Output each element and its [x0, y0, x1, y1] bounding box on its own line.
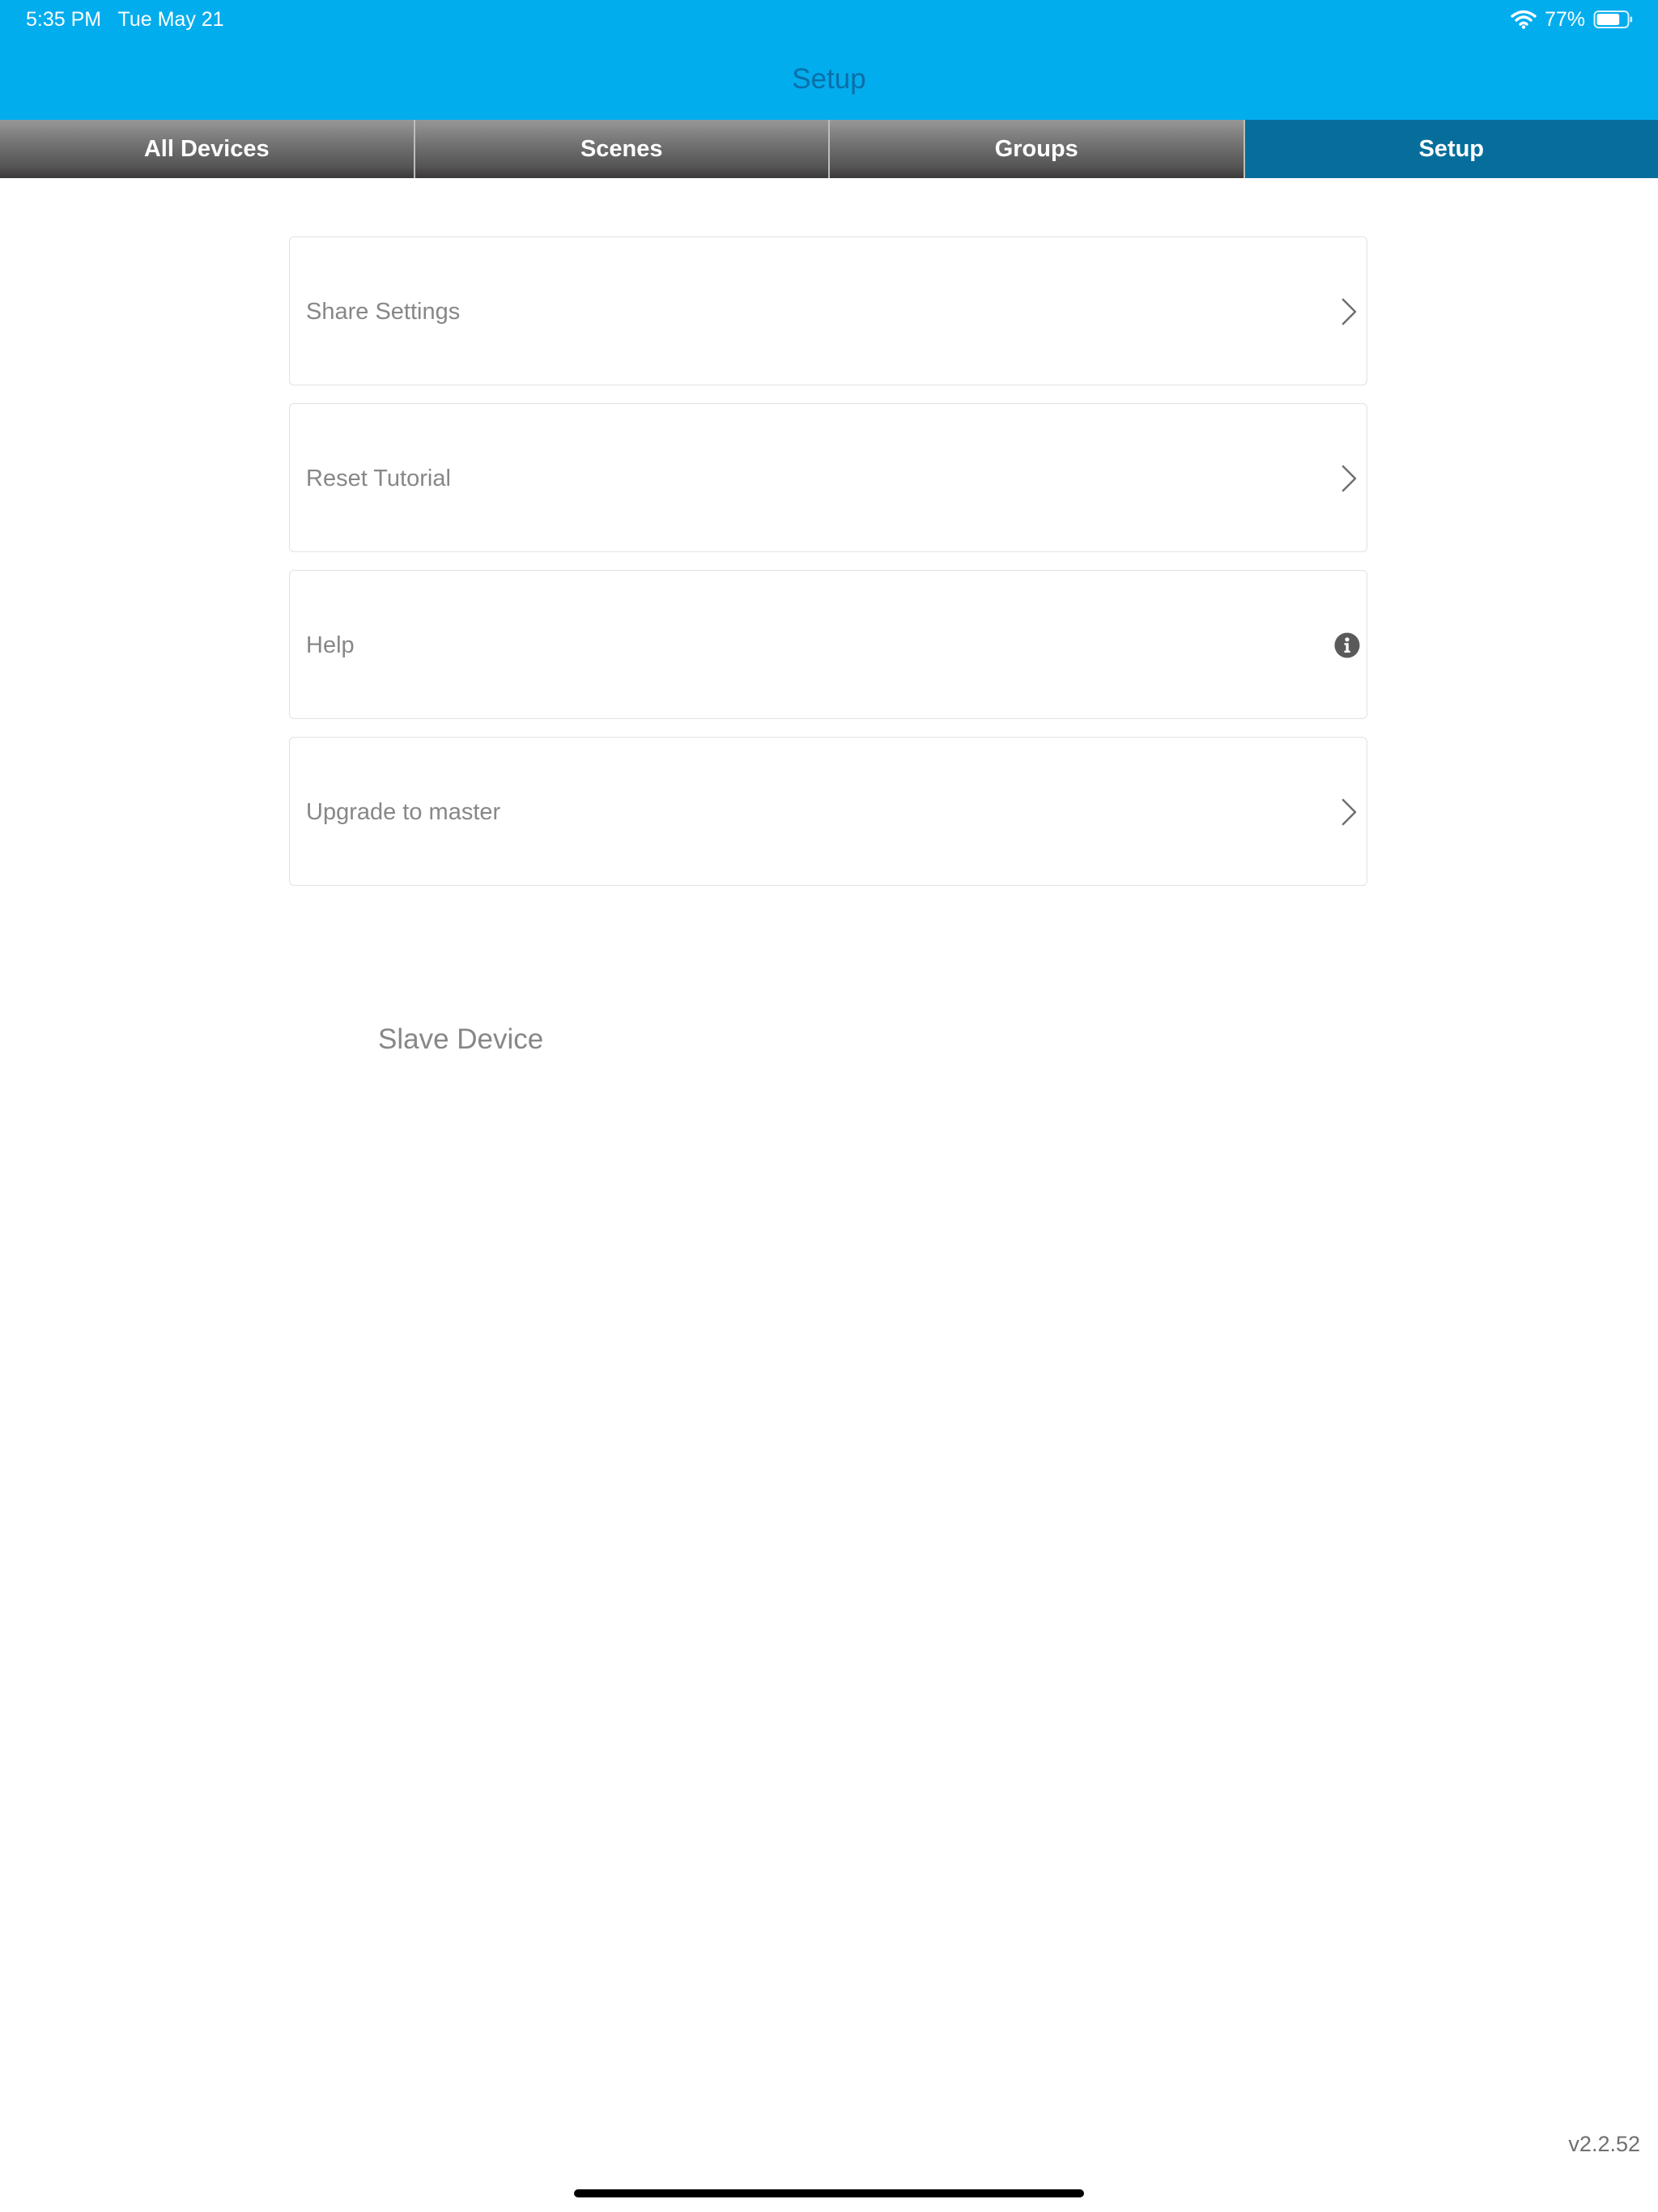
settings-list: Share Settings Reset Tutorial Help Upgra…	[289, 236, 1367, 904]
tab-groups[interactable]: Groups	[830, 120, 1245, 178]
share-settings-row[interactable]: Share Settings	[289, 236, 1367, 385]
battery-percent: 77%	[1544, 7, 1585, 31]
share-settings-label: Share Settings	[306, 299, 461, 325]
tab-scenes[interactable]: Scenes	[414, 120, 830, 178]
battery-icon	[1593, 11, 1633, 28]
tab-bar: All Devices Scenes Groups Setup	[0, 120, 1658, 178]
help-row[interactable]: Help	[289, 570, 1367, 719]
info-icon	[1334, 632, 1360, 658]
tab-setup[interactable]: Setup	[1244, 120, 1658, 178]
app-header: 5:35 PM Tue May 21 77% Setup	[0, 0, 1658, 120]
reset-tutorial-label: Reset Tutorial	[306, 466, 451, 491]
device-role-label: Slave Device	[378, 1023, 544, 1055]
home-indicator[interactable]	[574, 2189, 1084, 2197]
tab-all-devices[interactable]: All Devices	[0, 120, 415, 178]
status-indicators: 77%	[1511, 5, 1634, 34]
page-title: Setup	[792, 63, 866, 95]
upgrade-to-master-row[interactable]: Upgrade to master	[289, 737, 1367, 886]
app-version: v2.2.52	[1568, 2132, 1640, 2156]
status-time: 5:35 PM Tue May 21	[26, 8, 224, 31]
chevron-right-icon	[1341, 465, 1357, 492]
chevron-right-icon	[1341, 798, 1357, 826]
wifi-icon	[1511, 10, 1537, 29]
chevron-right-icon	[1341, 298, 1357, 325]
reset-tutorial-row[interactable]: Reset Tutorial	[289, 403, 1367, 552]
upgrade-to-master-label: Upgrade to master	[306, 799, 501, 825]
help-label: Help	[306, 632, 355, 658]
